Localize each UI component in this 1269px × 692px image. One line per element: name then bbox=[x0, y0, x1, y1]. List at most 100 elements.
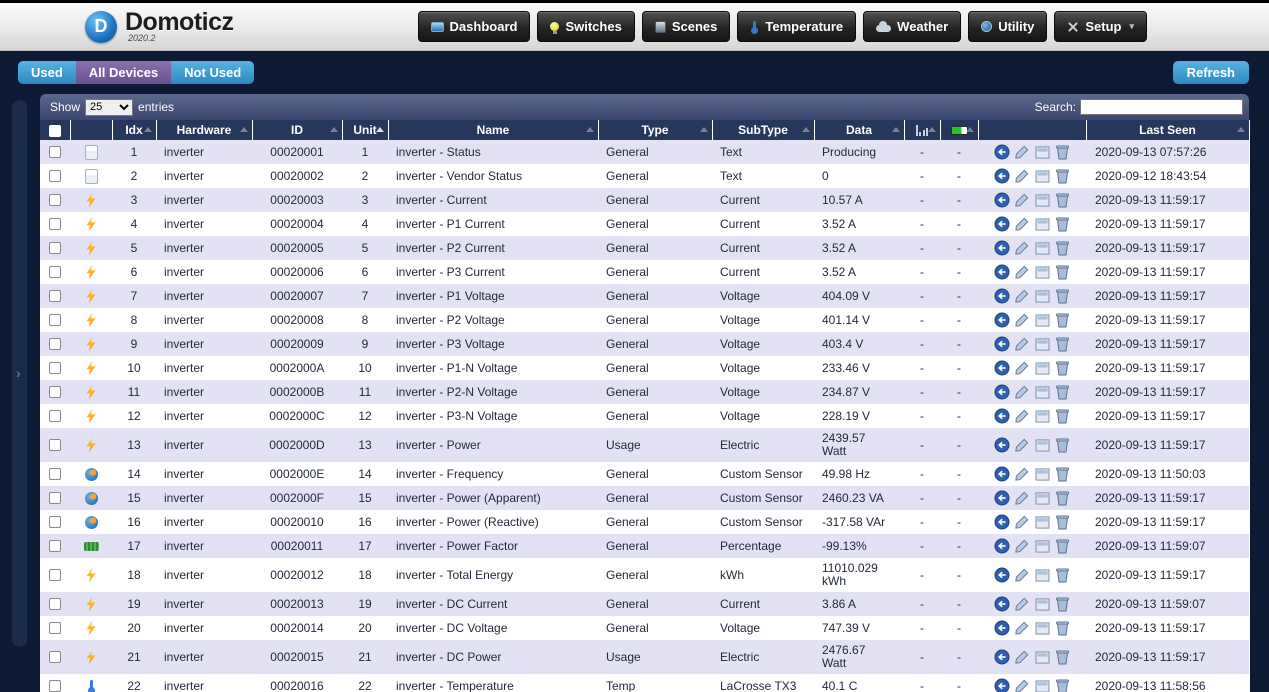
delete-icon[interactable] bbox=[1054, 360, 1070, 376]
select-all-header[interactable] bbox=[40, 120, 70, 140]
tab-not-used[interactable]: Not Used bbox=[171, 61, 254, 84]
replace-icon[interactable] bbox=[994, 288, 1010, 304]
log-icon[interactable] bbox=[1034, 384, 1050, 400]
row-checkbox[interactable] bbox=[49, 540, 61, 552]
replace-icon[interactable] bbox=[994, 620, 1010, 636]
log-icon[interactable] bbox=[1034, 649, 1050, 665]
edit-icon[interactable] bbox=[1014, 620, 1030, 636]
log-icon[interactable] bbox=[1034, 288, 1050, 304]
log-icon[interactable] bbox=[1034, 240, 1050, 256]
column-header-idx[interactable]: Idx bbox=[112, 120, 156, 140]
row-checkbox[interactable] bbox=[49, 218, 61, 230]
log-icon[interactable] bbox=[1034, 312, 1050, 328]
column-header-signal[interactable] bbox=[904, 120, 940, 140]
replace-icon[interactable] bbox=[994, 312, 1010, 328]
page-size-select[interactable]: 25 bbox=[85, 99, 133, 116]
row-checkbox[interactable] bbox=[49, 439, 61, 451]
delete-icon[interactable] bbox=[1054, 408, 1070, 424]
delete-icon[interactable] bbox=[1054, 437, 1070, 453]
row-checkbox[interactable] bbox=[49, 410, 61, 422]
log-icon[interactable] bbox=[1034, 360, 1050, 376]
edit-icon[interactable] bbox=[1014, 144, 1030, 160]
edit-icon[interactable] bbox=[1014, 490, 1030, 506]
log-icon[interactable] bbox=[1034, 264, 1050, 280]
edit-icon[interactable] bbox=[1014, 538, 1030, 554]
replace-icon[interactable] bbox=[994, 360, 1010, 376]
delete-icon[interactable] bbox=[1054, 240, 1070, 256]
delete-icon[interactable] bbox=[1054, 288, 1070, 304]
replace-icon[interactable] bbox=[994, 240, 1010, 256]
row-checkbox[interactable] bbox=[49, 146, 61, 158]
replace-icon[interactable] bbox=[994, 384, 1010, 400]
edit-icon[interactable] bbox=[1014, 596, 1030, 612]
replace-icon[interactable] bbox=[994, 514, 1010, 530]
row-checkbox[interactable] bbox=[49, 386, 61, 398]
delete-icon[interactable] bbox=[1054, 596, 1070, 612]
replace-icon[interactable] bbox=[994, 490, 1010, 506]
replace-icon[interactable] bbox=[994, 408, 1010, 424]
delete-icon[interactable] bbox=[1054, 620, 1070, 636]
log-icon[interactable] bbox=[1034, 490, 1050, 506]
column-header-name[interactable]: Name bbox=[388, 120, 598, 140]
edit-icon[interactable] bbox=[1014, 360, 1030, 376]
edit-icon[interactable] bbox=[1014, 240, 1030, 256]
search-input[interactable] bbox=[1080, 99, 1243, 115]
edit-icon[interactable] bbox=[1014, 216, 1030, 232]
column-header-unit[interactable]: Unit bbox=[342, 120, 388, 140]
edit-icon[interactable] bbox=[1014, 384, 1030, 400]
delete-icon[interactable] bbox=[1054, 678, 1070, 692]
edit-icon[interactable] bbox=[1014, 288, 1030, 304]
replace-icon[interactable] bbox=[994, 538, 1010, 554]
delete-icon[interactable] bbox=[1054, 144, 1070, 160]
log-icon[interactable] bbox=[1034, 216, 1050, 232]
row-checkbox[interactable] bbox=[49, 194, 61, 206]
delete-icon[interactable] bbox=[1054, 192, 1070, 208]
delete-icon[interactable] bbox=[1054, 168, 1070, 184]
delete-icon[interactable] bbox=[1054, 649, 1070, 665]
row-checkbox[interactable] bbox=[49, 622, 61, 634]
nav-temperature[interactable]: Temperature bbox=[737, 11, 856, 42]
edit-icon[interactable] bbox=[1014, 514, 1030, 530]
replace-icon[interactable] bbox=[994, 336, 1010, 352]
tab-used[interactable]: Used bbox=[18, 61, 76, 84]
log-icon[interactable] bbox=[1034, 538, 1050, 554]
edit-icon[interactable] bbox=[1014, 466, 1030, 482]
row-checkbox[interactable] bbox=[49, 338, 61, 350]
column-header-data[interactable]: Data bbox=[814, 120, 904, 140]
row-checkbox[interactable] bbox=[49, 569, 61, 581]
nav-scenes[interactable]: Scenes bbox=[642, 11, 731, 42]
delete-icon[interactable] bbox=[1054, 336, 1070, 352]
delete-icon[interactable] bbox=[1054, 216, 1070, 232]
log-icon[interactable] bbox=[1034, 466, 1050, 482]
row-checkbox[interactable] bbox=[49, 468, 61, 480]
log-icon[interactable] bbox=[1034, 144, 1050, 160]
log-icon[interactable] bbox=[1034, 408, 1050, 424]
log-icon[interactable] bbox=[1034, 596, 1050, 612]
edit-icon[interactable] bbox=[1014, 678, 1030, 692]
replace-icon[interactable] bbox=[994, 596, 1010, 612]
edit-icon[interactable] bbox=[1014, 408, 1030, 424]
tab-all-devices[interactable]: All Devices bbox=[76, 61, 171, 84]
edit-icon[interactable] bbox=[1014, 336, 1030, 352]
log-icon[interactable] bbox=[1034, 192, 1050, 208]
delete-icon[interactable] bbox=[1054, 466, 1070, 482]
log-icon[interactable] bbox=[1034, 567, 1050, 583]
replace-icon[interactable] bbox=[994, 216, 1010, 232]
replace-icon[interactable] bbox=[994, 437, 1010, 453]
edit-icon[interactable] bbox=[1014, 264, 1030, 280]
replace-icon[interactable] bbox=[994, 466, 1010, 482]
replace-icon[interactable] bbox=[994, 192, 1010, 208]
column-header-hardware[interactable]: Hardware bbox=[156, 120, 252, 140]
log-icon[interactable] bbox=[1034, 678, 1050, 692]
delete-icon[interactable] bbox=[1054, 567, 1070, 583]
row-checkbox[interactable] bbox=[49, 598, 61, 610]
row-checkbox[interactable] bbox=[49, 651, 61, 663]
delete-icon[interactable] bbox=[1054, 384, 1070, 400]
row-checkbox[interactable] bbox=[49, 362, 61, 374]
log-icon[interactable] bbox=[1034, 514, 1050, 530]
log-icon[interactable] bbox=[1034, 437, 1050, 453]
replace-icon[interactable] bbox=[994, 567, 1010, 583]
nav-switches[interactable]: Switches bbox=[537, 11, 634, 42]
column-header-last-seen[interactable]: Last Seen bbox=[1086, 120, 1249, 140]
edit-icon[interactable] bbox=[1014, 168, 1030, 184]
